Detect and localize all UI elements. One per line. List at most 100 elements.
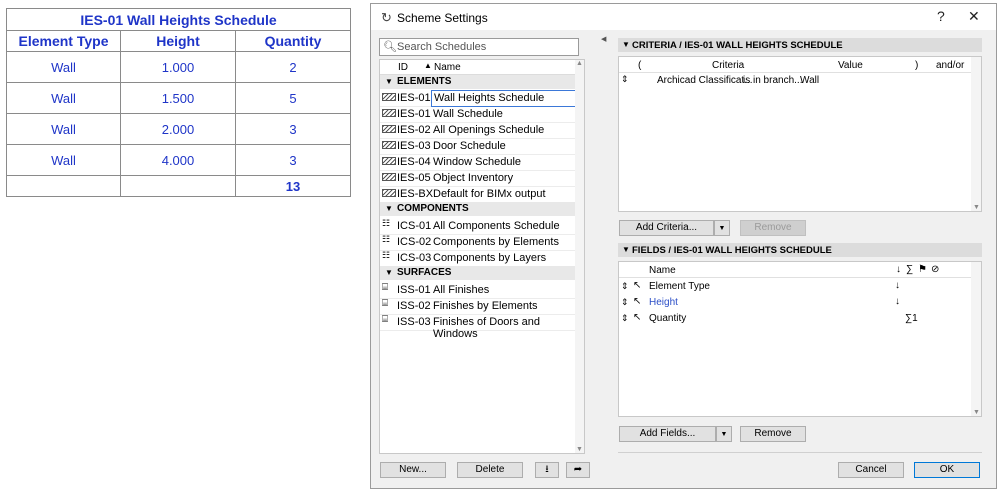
add-fields-button[interactable]: Add Fields... <box>619 426 716 442</box>
export-icon: ➦ <box>573 464 583 475</box>
item-id: ISS-01 <box>397 284 431 296</box>
item-id: IES-03 <box>397 140 431 152</box>
col-criteria: Criteria <box>712 60 745 71</box>
col-open-paren: ( <box>638 60 642 71</box>
item-name: All Components Schedule <box>433 220 560 232</box>
collapse-left-icon[interactable]: ◀ <box>601 35 606 43</box>
group-components[interactable]: ▼ COMPONENTS <box>380 202 576 216</box>
field-quantity[interactable]: Quantity <box>649 313 686 324</box>
cursor-icon: ↖ <box>633 296 642 307</box>
item-id: IES-05 <box>397 172 431 184</box>
sum-header: ∑ <box>906 264 914 275</box>
criteria-field[interactable]: Archicad Classificat... <box>657 75 753 86</box>
drag-handle-icon[interactable]: ⇕ <box>621 74 629 85</box>
group-label: ELEMENTS <box>397 76 452 87</box>
cell-quantity: 3 <box>235 144 351 176</box>
list-item[interactable]: IES-02 All Openings Schedule <box>380 122 576 139</box>
schedule-title: IES-01 Wall Heights Schedule <box>6 8 351 31</box>
remove-field-button[interactable]: Remove <box>740 426 806 442</box>
export-button[interactable]: ➦ <box>566 462 590 478</box>
fields-title: FIELDS / IES-01 WALL HEIGHTS SCHEDULE <box>632 245 832 256</box>
cancel-button[interactable]: Cancel <box>838 462 904 478</box>
group-elements[interactable]: ▼ ELEMENTS <box>380 75 576 89</box>
item-name: Door Schedule <box>433 140 506 152</box>
list-item[interactable]: IES-04 Window Schedule <box>380 154 576 171</box>
add-criteria-dropdown[interactable]: ▼ <box>714 220 730 236</box>
table-row: Wall 1.500 5 <box>6 82 351 114</box>
schedule-list[interactable]: ID ▲ Name ▼ ELEMENTS IES-01 Wall Heights… <box>379 59 585 454</box>
total-empty-cell <box>120 175 236 197</box>
collapse-icon: ▼ <box>385 77 393 86</box>
list-item[interactable]: ⌸ ISS-01 All Finishes <box>380 282 576 299</box>
list-item[interactable]: ☷ ICS-03 Components by Layers <box>380 250 576 267</box>
list-item[interactable]: IES-BX Default for BIMx output <box>380 186 576 203</box>
list-scrollbar[interactable]: ▲ ▼ <box>575 60 584 453</box>
list-item[interactable]: IES-01 Wall Schedule <box>380 106 576 123</box>
new-button[interactable]: New... <box>380 462 446 478</box>
col-and-or: and/or <box>936 60 965 71</box>
list-header: ID ▲ Name <box>380 60 584 75</box>
list-item[interactable]: ☷ ICS-02 Components by Elements <box>380 234 576 251</box>
scroll-down-icon[interactable]: ▼ <box>973 409 980 416</box>
ok-button[interactable]: OK <box>914 462 980 478</box>
list-item[interactable]: IES-03 Door Schedule <box>380 138 576 155</box>
sum-indicator[interactable]: ∑1 <box>905 313 918 324</box>
sort-indicator[interactable]: ↓ <box>895 280 900 291</box>
schedule-icon <box>382 109 396 117</box>
cell-height: 4.000 <box>120 144 236 176</box>
add-fields-label: Add Fields... <box>639 428 696 439</box>
schedule-icon <box>382 141 396 149</box>
item-id: ICS-03 <box>397 252 432 264</box>
list-header-name[interactable]: Name <box>434 62 461 73</box>
import-button[interactable]: ⭳ <box>535 462 559 478</box>
search-placeholder: Search Schedules <box>397 41 487 53</box>
surface-icon: ⌸ <box>382 282 388 293</box>
list-item[interactable]: IES-05 Object Inventory <box>380 170 576 187</box>
add-fields-dropdown[interactable]: ▼ <box>716 426 732 442</box>
scroll-up-icon[interactable]: ▲ <box>576 60 583 67</box>
item-name: Finishes by Elements <box>433 300 538 312</box>
group-label: COMPONENTS <box>397 203 469 214</box>
collapse-icon: ▼ <box>385 268 393 277</box>
add-criteria-button[interactable]: Add Criteria... <box>619 220 714 236</box>
criteria-scrollbar[interactable]: ▼ <box>971 57 981 211</box>
item-id: IES-01 <box>397 92 431 104</box>
criteria-value[interactable]: Wall <box>800 75 819 86</box>
cell-element-type: Wall <box>6 82 121 114</box>
collapse-icon: ▼ <box>385 204 393 213</box>
remove-criteria-button[interactable]: Remove <box>740 220 806 236</box>
sort-indicator[interactable]: ↓ <box>895 296 900 307</box>
collapse-icon: ▼ <box>622 245 630 254</box>
delete-button[interactable]: Delete <box>457 462 523 478</box>
cell-height: 1.500 <box>120 82 236 114</box>
item-name: Window Schedule <box>433 156 522 168</box>
item-name: Default for BIMx output <box>433 188 546 200</box>
list-item[interactable]: IES-01 Wall Heights Schedule <box>380 90 579 107</box>
scroll-down-icon[interactable]: ▼ <box>576 446 583 453</box>
criteria-operator[interactable]: is in branch... <box>743 75 802 86</box>
list-header-id[interactable]: ID <box>398 62 408 73</box>
field-element-type[interactable]: Element Type <box>649 281 710 292</box>
drag-handle-icon[interactable]: ⇕ <box>621 297 629 308</box>
total-row: 13 <box>6 175 351 197</box>
scroll-down-icon[interactable]: ▼ <box>973 204 980 211</box>
close-button[interactable]: ✕ <box>968 8 980 25</box>
fields-scrollbar[interactable]: ▼ <box>971 262 981 416</box>
help-button[interactable]: ? <box>937 8 945 24</box>
group-surfaces[interactable]: ▼ SURFACES <box>380 266 576 280</box>
column-header-element-type: Element Type <box>6 30 121 52</box>
cell-element-type: Wall <box>6 113 121 145</box>
footer-divider <box>618 452 982 453</box>
item-name: Components by Elements <box>433 236 559 248</box>
drag-handle-icon[interactable]: ⇕ <box>621 313 629 324</box>
drag-handle-icon[interactable]: ⇕ <box>621 281 629 292</box>
list-item[interactable]: ⌸ ISS-02 Finishes by Elements <box>380 298 576 315</box>
item-id: ICS-01 <box>397 220 432 232</box>
fields-section-header[interactable]: ▼ FIELDS / IES-01 WALL HEIGHTS SCHEDULE <box>618 243 982 257</box>
criteria-section-header[interactable]: ▼ CRITERIA / IES-01 WALL HEIGHTS SCHEDUL… <box>618 38 982 52</box>
list-item[interactable]: ☷ ICS-01 All Components Schedule <box>380 218 576 235</box>
list-item[interactable]: ⌸ ISS-03 Finishes of Doors and Windows <box>380 314 576 340</box>
cell-height: 1.000 <box>120 51 236 83</box>
field-height[interactable]: Height <box>649 297 678 308</box>
search-input[interactable]: 🔍︎ Search Schedules <box>379 38 579 56</box>
